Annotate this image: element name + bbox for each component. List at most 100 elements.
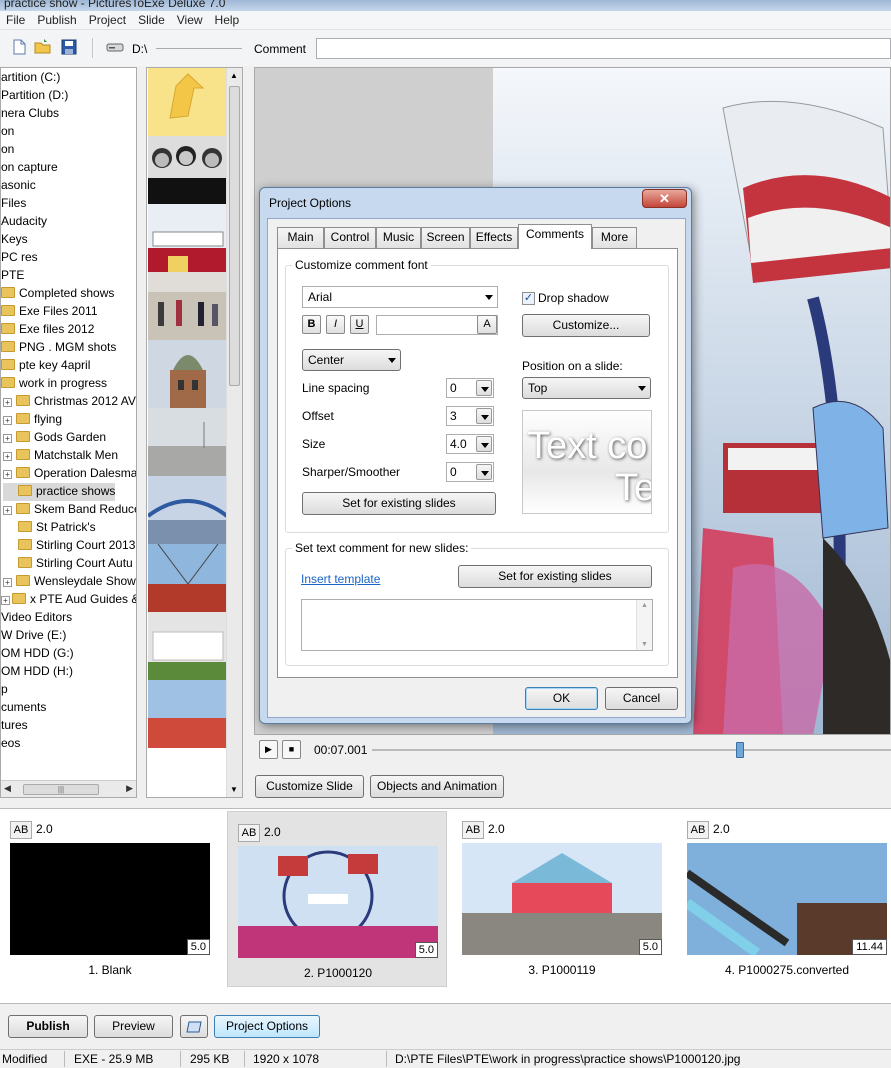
tree-item[interactable]: Files (1, 195, 26, 213)
folder-tree[interactable]: artition (C:) Partition (D:) nera Clubs on… (0, 67, 137, 798)
tree-item[interactable]: Exe files 2012 (1, 321, 94, 339)
expand-icon[interactable]: + (1, 596, 10, 605)
tree-item[interactable]: on (1, 123, 14, 141)
tree-item[interactable]: practice shows (3, 483, 116, 501)
tab-main[interactable]: Main (277, 227, 324, 248)
customize-slide-button[interactable]: Customize Slide (255, 775, 364, 798)
insert-template-link[interactable]: Insert template (301, 572, 380, 586)
thumb-photo-ride[interactable] (148, 612, 227, 680)
tree-item[interactable]: pte key 4april (1, 357, 90, 375)
scroll-right-icon[interactable]: ▶ (126, 783, 133, 794)
tree-item[interactable]: + Christmas 2012 AV (3, 393, 136, 411)
scroll-left-icon[interactable]: ◀ (4, 783, 11, 794)
tab-control[interactable]: Control (324, 227, 376, 248)
expand-icon[interactable]: + (3, 452, 12, 461)
tree-item[interactable]: Partition (D:) (1, 87, 68, 105)
tab-more[interactable]: More (592, 227, 637, 248)
offset-spinner[interactable]: 3 (446, 406, 494, 426)
seek-thumb[interactable] (736, 742, 745, 758)
menu-slide[interactable]: Slide (132, 11, 171, 29)
tree-item[interactable]: Video Editors (1, 609, 72, 627)
expand-icon[interactable]: + (3, 470, 12, 479)
tree-item[interactable]: + x PTE Aud Guides & Ai (1, 591, 136, 609)
fullscreen-button[interactable] (180, 1015, 208, 1038)
tree-item[interactable]: Keys (1, 231, 28, 249)
italic-button[interactable]: I (326, 315, 345, 334)
tree-item[interactable]: artition (C:) (1, 69, 60, 87)
tab-screen[interactable]: Screen (421, 227, 470, 248)
tree-item[interactable]: Audacity (1, 213, 47, 231)
file-thumbnails[interactable]: ▲ ▼ (146, 67, 243, 798)
thumb-photo-portrait[interactable] (148, 136, 227, 204)
tab-music[interactable]: Music (376, 227, 421, 248)
comment-input[interactable] (316, 38, 891, 59)
tree-item[interactable]: Stirling Court Autu (3, 555, 133, 573)
spin-dropdown-icon[interactable] (476, 408, 492, 424)
save-icon[interactable] (60, 38, 78, 56)
menu-view[interactable]: View (171, 11, 209, 29)
comment-textarea[interactable]: ▲ ▼ (301, 599, 653, 651)
slide-item[interactable]: AB 2.0 5.0 2. P1000120 (227, 811, 447, 987)
tree-item[interactable]: St Patrick's (3, 519, 96, 537)
tree-item[interactable]: + flying (3, 411, 62, 429)
scroll-down-icon[interactable]: ▼ (230, 785, 238, 794)
menu-file[interactable]: File (0, 11, 31, 29)
tree-item[interactable]: nera Clubs (1, 105, 59, 123)
thumb-up-folder[interactable] (148, 68, 227, 136)
thumb-photo-dome[interactable] (148, 340, 227, 408)
sharper-spinner[interactable]: 0 (446, 462, 494, 482)
align-select[interactable]: Center (302, 349, 401, 371)
tree-item[interactable]: Exe Files 2011 (1, 303, 98, 321)
tree-scrollbar[interactable]: ◀ ||| ▶ (1, 780, 136, 797)
slide-item[interactable]: AB 2.0 5.0 1. Blank (0, 809, 220, 985)
tree-item[interactable]: PC res (1, 249, 38, 267)
menu-project[interactable]: Project (83, 11, 132, 29)
expand-icon[interactable]: + (3, 506, 12, 515)
thumb-photo-fairground[interactable] (148, 544, 227, 612)
dialog-close-button[interactable]: ✕ (642, 189, 687, 208)
tab-comments[interactable]: Comments (518, 224, 592, 249)
expand-icon[interactable]: + (3, 434, 12, 443)
thumb-photo-crowd[interactable] (148, 272, 227, 340)
thumb-photo-ferry[interactable] (148, 204, 227, 272)
slide-strip[interactable]: AB 2.0 5.0 1. Blank AB 2.0 5.0 2. P1000120 AB 2.0… (0, 808, 891, 1004)
tree-item[interactable]: + Gods Garden (3, 429, 106, 447)
play-button[interactable]: ▶ (259, 740, 278, 759)
menu-help[interactable]: Help (209, 11, 246, 29)
underline-button[interactable]: U (350, 315, 369, 334)
textarea-scrollbar[interactable]: ▲ ▼ (636, 600, 652, 650)
tree-item[interactable]: + Wensleydale Show (3, 573, 136, 591)
tree-item[interactable]: Completed shows (1, 285, 114, 303)
tree-item[interactable]: eos (1, 735, 20, 753)
tree-item[interactable]: work in progress (1, 375, 107, 393)
font-color-button[interactable]: A (477, 315, 497, 334)
slide-item[interactable]: AB 2.0 11.44 4. P1000275.converted (677, 809, 891, 985)
position-select[interactable]: Top (522, 377, 651, 399)
set-existing-font-button[interactable]: Set for existing slides (302, 492, 496, 515)
transition-icon[interactable]: AB (238, 824, 260, 842)
thumb-photo-bridge[interactable] (148, 476, 227, 544)
tree-item[interactable]: OM HDD (H:) (1, 663, 73, 681)
tree-item[interactable]: + Operation Dalesma (3, 465, 136, 483)
menu-publish[interactable]: Publish (31, 11, 82, 29)
objects-animation-button[interactable]: Objects and Animation (370, 775, 504, 798)
publish-button[interactable]: Publish (8, 1015, 88, 1038)
font-select[interactable]: Arial (302, 286, 498, 308)
slide-item[interactable]: AB 2.0 5.0 3. P1000119 (452, 809, 672, 985)
scroll-up-icon[interactable]: ▲ (230, 71, 238, 80)
drop-shadow-checkbox[interactable]: ✓ (522, 292, 535, 305)
scroll-down-icon[interactable]: ▼ (641, 641, 648, 648)
expand-icon[interactable]: + (3, 416, 12, 425)
size-spinner[interactable]: 4.0 (446, 434, 494, 454)
scroll-up-icon[interactable]: ▲ (641, 602, 648, 609)
thumb-photo-fair[interactable] (148, 680, 227, 748)
expand-icon[interactable]: + (3, 578, 12, 587)
transition-icon[interactable]: AB (687, 821, 709, 839)
tree-item[interactable]: p (1, 681, 8, 699)
tree-item[interactable]: asonic (1, 177, 36, 195)
tree-item[interactable]: cuments (1, 699, 46, 717)
tree-item[interactable]: on (1, 141, 14, 159)
customize-shadow-button[interactable]: Customize... (522, 314, 650, 337)
bold-button[interactable]: B (302, 315, 321, 334)
tab-effects[interactable]: Effects (470, 227, 518, 248)
